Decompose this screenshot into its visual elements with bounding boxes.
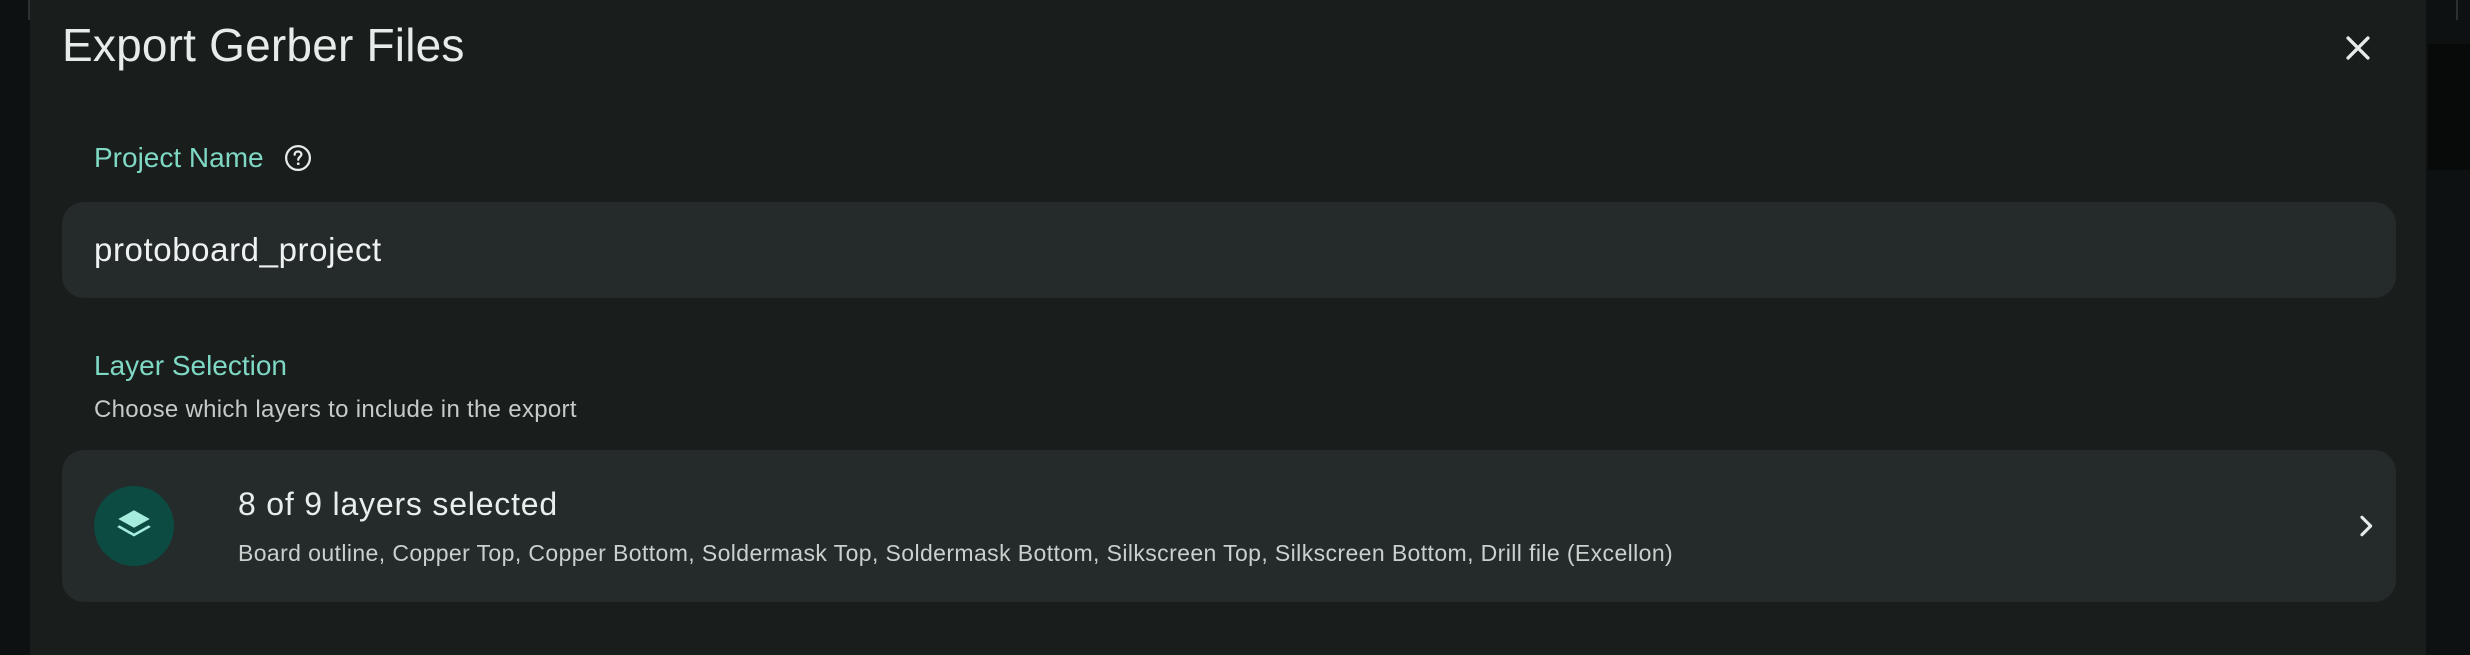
layer-selection-title: Layer Selection	[94, 350, 288, 381]
layer-selection-card[interactable]: 8 of 9 layers selected Board outline, Co…	[62, 450, 2396, 602]
layer-selection-description: Choose which layers to include in the ex…	[94, 396, 577, 423]
chevron-right-icon	[2346, 506, 2386, 546]
layers-icon	[117, 510, 151, 537]
project-name-field[interactable]	[62, 202, 2396, 298]
export-gerber-dialog: Export Gerber Files Project Name Layer S…	[30, 0, 2426, 655]
backdrop-panel-edge	[2428, 44, 2470, 170]
project-name-input[interactable]	[94, 231, 2364, 269]
selected-layers-list: Board outline, Copper Top, Copper Bottom…	[238, 540, 1674, 566]
close-button[interactable]	[2332, 22, 2384, 74]
layers-avatar	[94, 486, 174, 566]
help-icon[interactable]	[282, 142, 314, 174]
layer-count-summary: 8 of 9 layers selected	[238, 486, 558, 522]
close-icon	[2346, 36, 2370, 60]
backdrop-divider	[2456, 0, 2458, 20]
project-name-label-text: Project Name	[94, 142, 264, 173]
dialog-title: Export Gerber Files	[62, 19, 465, 71]
project-name-label: Project Name	[94, 142, 314, 174]
